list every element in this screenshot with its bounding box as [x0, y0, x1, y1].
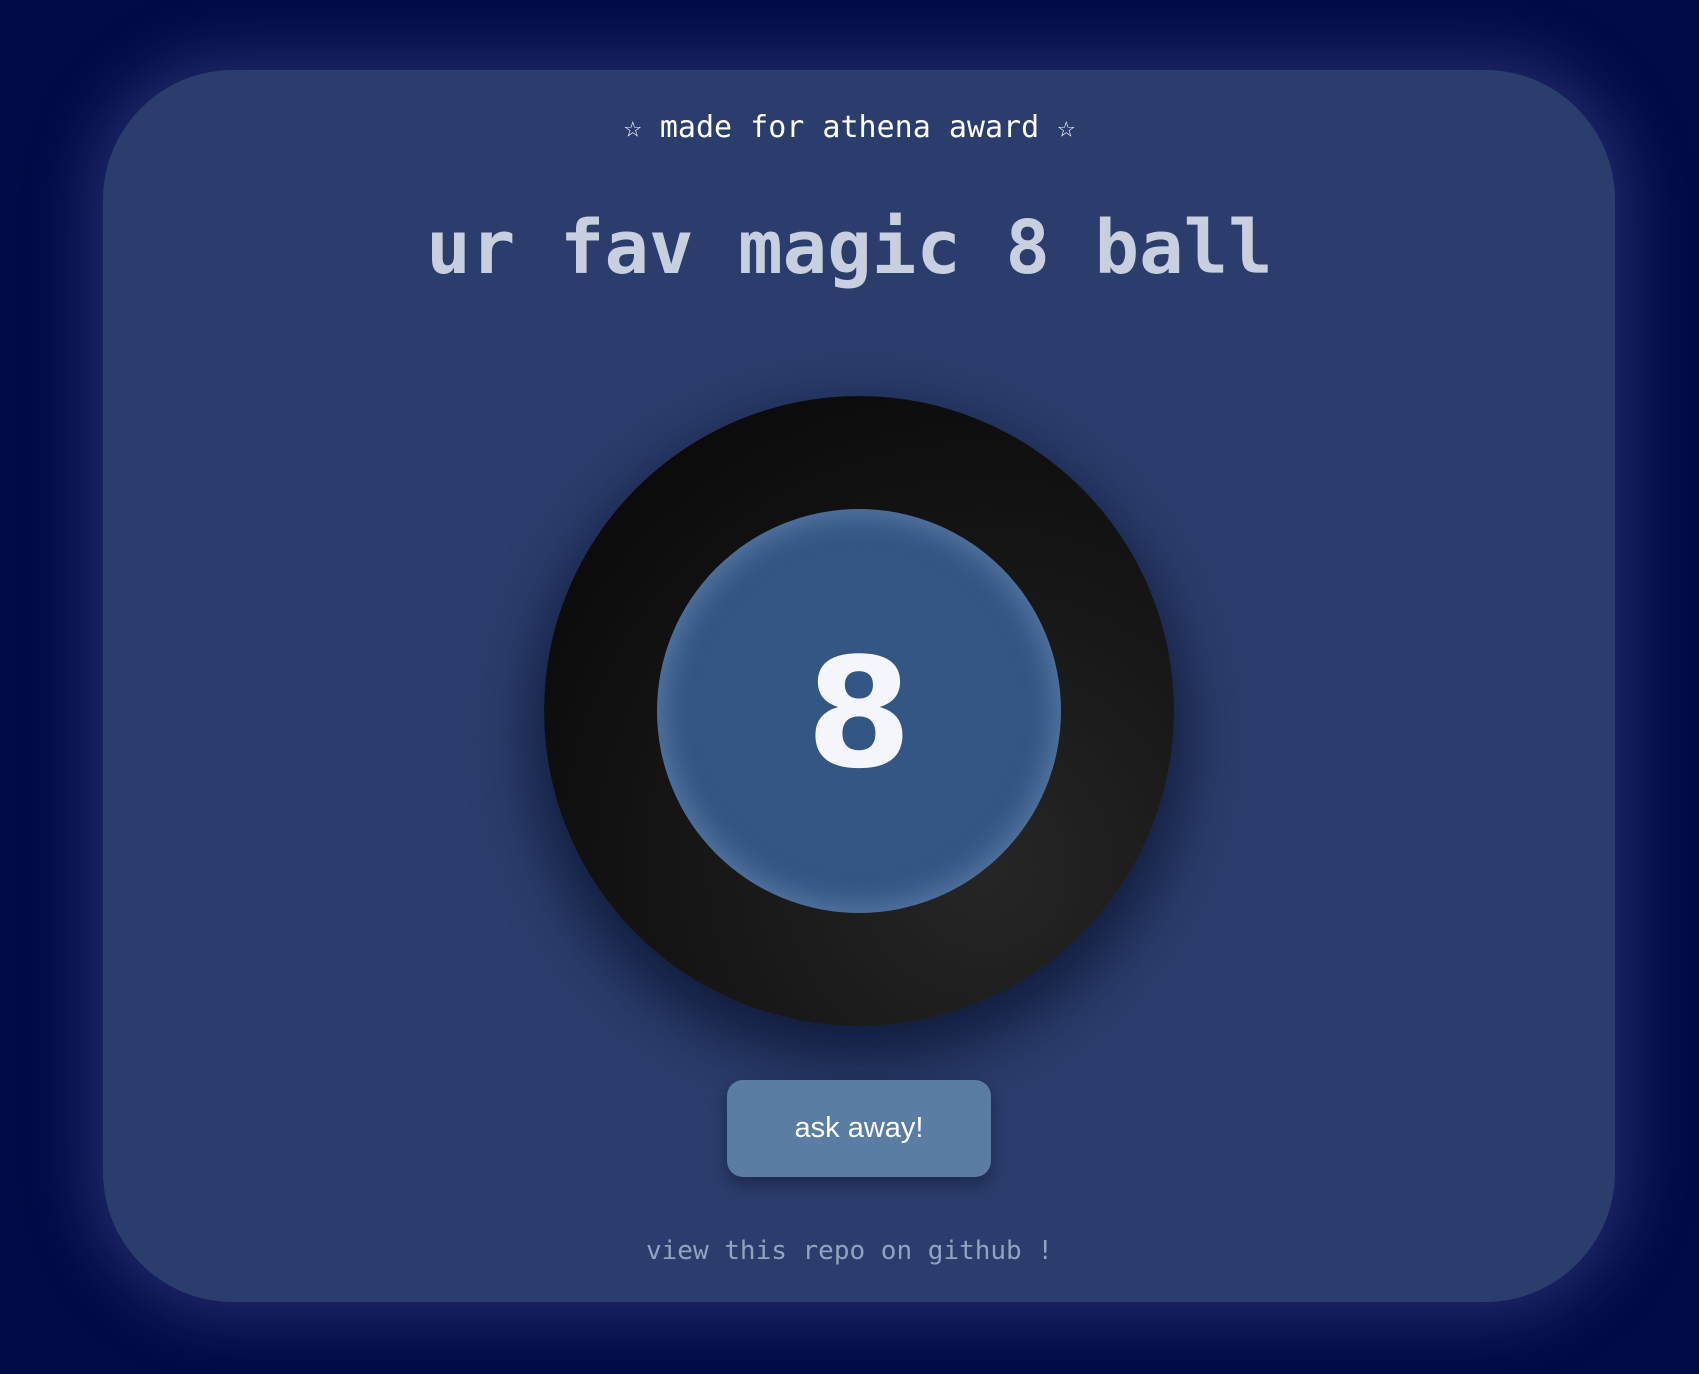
page-title: ur fav magic 8 ball [426, 205, 1273, 291]
ask-button[interactable]: ask away! [727, 1080, 991, 1177]
magic-8-ball: 8 [544, 396, 1174, 1026]
answer-text: 8 [806, 625, 912, 802]
github-repo-link[interactable]: view this repo on github ! [0, 1233, 1699, 1269]
award-badge: ☆ made for athena award ☆ [623, 110, 1076, 145]
answer-window: 8 [657, 509, 1061, 913]
